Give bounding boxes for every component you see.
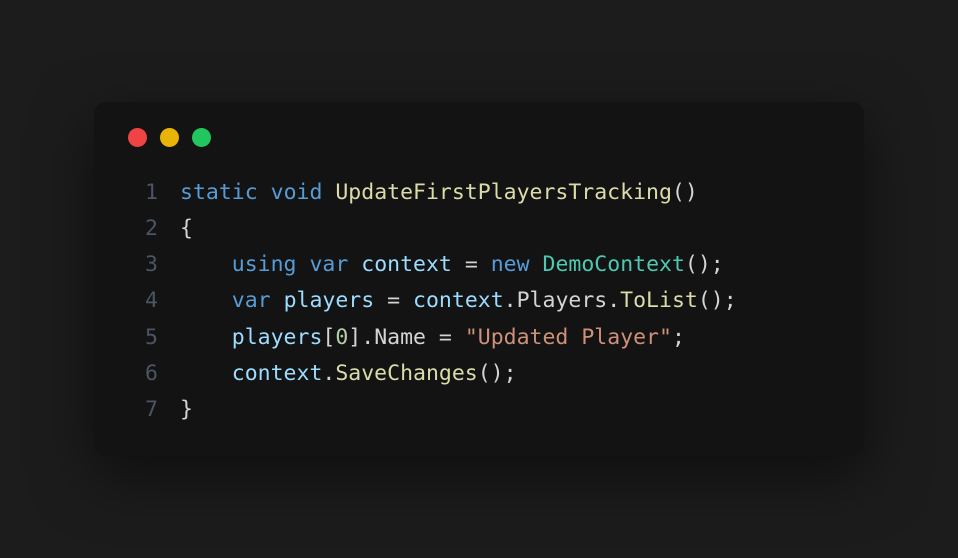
token-plain [452, 325, 465, 350]
token-punct: . [504, 288, 517, 313]
token-punct: (); [685, 252, 724, 277]
token-plain [180, 325, 232, 350]
line-number: 2 [128, 211, 158, 247]
token-string: "Updated Player" [465, 325, 672, 350]
token-identifier: context [413, 288, 504, 313]
code-window: 1static void UpdateFirstPlayersTracking(… [94, 102, 864, 456]
token-keyword: new [491, 252, 530, 277]
line-number: 6 [128, 356, 158, 392]
token-property: Players [517, 288, 608, 313]
token-plain [297, 252, 310, 277]
token-plain [478, 252, 491, 277]
minimize-icon[interactable] [160, 128, 179, 147]
token-method: ToList [620, 288, 698, 313]
token-plain [322, 180, 335, 205]
code-content: using var context = new DemoContext(); [180, 247, 724, 283]
token-plain [258, 180, 271, 205]
token-property: Name [374, 325, 426, 350]
token-punct: (); [698, 288, 737, 313]
code-content: context.SaveChanges(); [180, 356, 517, 392]
token-number: 0 [335, 325, 348, 350]
token-keyword: var [309, 252, 348, 277]
line-number: 5 [128, 320, 158, 356]
code-content: } [180, 392, 193, 428]
code-line: 5 players[0].Name = "Updated Player"; [128, 320, 830, 356]
token-type: DemoContext [543, 252, 685, 277]
token-operator: = [387, 288, 400, 313]
token-plain [180, 288, 232, 313]
token-plain [530, 252, 543, 277]
window-controls [94, 128, 864, 175]
token-plain [348, 252, 361, 277]
token-method: UpdateFirstPlayersTracking [335, 180, 672, 205]
line-number: 1 [128, 175, 158, 211]
code-line: 2{ [128, 211, 830, 247]
code-area: 1static void UpdateFirstPlayersTracking(… [94, 175, 864, 428]
token-identifier: players [284, 288, 375, 313]
token-punct: [ [322, 325, 335, 350]
token-plain [452, 252, 465, 277]
token-punct: } [180, 397, 193, 422]
line-number: 4 [128, 283, 158, 319]
token-plain [426, 325, 439, 350]
code-content: players[0].Name = "Updated Player"; [180, 320, 685, 356]
token-punct: ]. [348, 325, 374, 350]
code-content: static void UpdateFirstPlayersTracking() [180, 175, 698, 211]
code-line: 6 context.SaveChanges(); [128, 356, 830, 392]
token-method: SaveChanges [335, 361, 477, 386]
token-plain [400, 288, 413, 313]
code-content: { [180, 211, 193, 247]
token-identifier: context [361, 252, 452, 277]
token-plain [180, 361, 232, 386]
token-operator: = [465, 252, 478, 277]
code-content: var players = context.Players.ToList(); [180, 283, 737, 319]
token-punct: { [180, 216, 193, 241]
token-operator: = [439, 325, 452, 350]
token-plain [271, 288, 284, 313]
line-number: 7 [128, 392, 158, 428]
token-identifier: context [232, 361, 323, 386]
token-keyword: using [232, 252, 297, 277]
token-punct: ; [672, 325, 685, 350]
code-line: 4 var players = context.Players.ToList()… [128, 283, 830, 319]
code-line: 3 using var context = new DemoContext(); [128, 247, 830, 283]
token-keyword: var [232, 288, 271, 313]
token-keyword: void [271, 180, 323, 205]
code-line: 1 static void UpdateFirstPlayersTracking(… [128, 175, 830, 211]
maximize-icon[interactable] [192, 128, 211, 147]
close-icon[interactable] [128, 128, 147, 147]
token-identifier: players [232, 325, 323, 350]
token-punct: (); [478, 361, 517, 386]
token-punct: () [672, 180, 698, 205]
token-plain [180, 252, 232, 277]
line-number: 3 [128, 247, 158, 283]
code-line: 7} [128, 392, 830, 428]
token-keyword: static [180, 180, 258, 205]
token-punct: . [607, 288, 620, 313]
token-punct: . [322, 361, 335, 386]
token-plain [374, 288, 387, 313]
